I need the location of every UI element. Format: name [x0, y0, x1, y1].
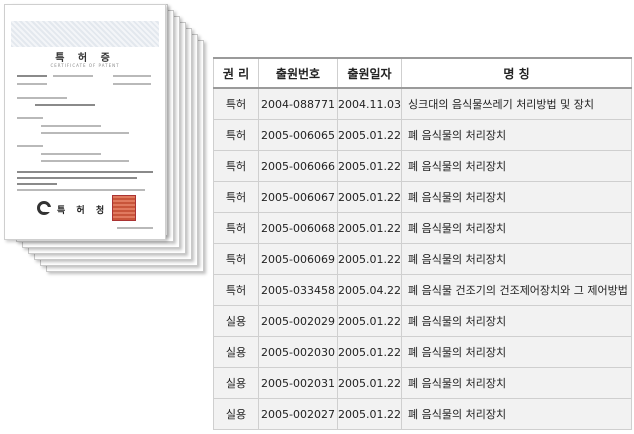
certificate-title: 특 허 증: [55, 53, 115, 64]
patent-title: 폐 음식물의 처리장치: [401, 181, 632, 213]
patent-table: 권 리 출원번호 출원일자 명 칭 특허 2004-088771 2004.11…: [213, 57, 632, 430]
table-row: 특허 2005-006068 2005.01.22 폐 음식물의 처리장치: [213, 212, 632, 244]
application-date: 2005.04.22: [337, 274, 402, 306]
patent-title: 폐 음식물의 처리장치: [401, 367, 632, 399]
application-number: 2005-006065: [258, 119, 338, 151]
certificate-text-line: [35, 104, 95, 106]
header-application-number: 출원번호: [258, 57, 338, 89]
application-date: 2005.01.22: [337, 150, 402, 182]
patent-title: 폐 음식물 건조기의 건조제어장치와 그 제어방법: [401, 274, 632, 306]
right-type: 특허: [213, 243, 259, 275]
header-right-type: 권 리: [213, 57, 259, 89]
right-type: 특허: [213, 212, 259, 244]
right-type: 실용: [213, 336, 259, 368]
patent-title: 싱크대의 음식물쓰레기 처리방법 및 장치: [401, 87, 632, 120]
right-type: 특허: [213, 150, 259, 182]
application-number: 2005-033458: [258, 274, 338, 306]
application-number: 2005-002027: [258, 398, 338, 430]
application-number: 2005-006067: [258, 181, 338, 213]
right-type: 실용: [213, 305, 259, 337]
patent-title: 폐 음식물의 처리장치: [401, 212, 632, 244]
application-date: 2005.01.22: [337, 119, 402, 151]
certificate-text-line: [41, 125, 101, 127]
application-date: 2005.01.22: [337, 336, 402, 368]
certificate-text-line: [41, 160, 129, 162]
certificate-text-line: [17, 117, 43, 119]
certificate-text-line: [17, 177, 137, 179]
certificate-issuer: 특 허 청: [57, 206, 109, 216]
application-number: 2005-002031: [258, 367, 338, 399]
table-row: 실용 2005-002031 2005.01.22 폐 음식물의 처리장치: [213, 367, 632, 399]
patent-title: 폐 음식물의 처리장치: [401, 398, 632, 430]
certificate-text-line: [17, 171, 153, 173]
right-type: 특허: [213, 119, 259, 151]
table-row: 특허 2005-006069 2005.01.22 폐 음식물의 처리장치: [213, 243, 632, 275]
application-number: 2005-006066: [258, 150, 338, 182]
application-date: 2005.01.22: [337, 398, 402, 430]
patent-title: 폐 음식물의 처리장치: [401, 305, 632, 337]
certificate-header-band: [11, 21, 159, 47]
application-date: 2004.11.03: [337, 87, 402, 120]
header-title: 명 칭: [401, 57, 632, 89]
patent-title: 폐 음식물의 처리장치: [401, 336, 632, 368]
application-date: 2005.01.22: [337, 243, 402, 275]
certificate-text-line: [113, 83, 151, 85]
right-type: 실용: [213, 398, 259, 430]
certificate-text-line: [117, 227, 153, 229]
right-type: 특허: [213, 181, 259, 213]
table-header-row: 권 리 출원번호 출원일자 명 칭: [213, 57, 632, 89]
header-application-date: 출원일자: [337, 57, 402, 89]
kipo-logo-icon: [37, 201, 51, 215]
right-type: 특허: [213, 87, 259, 120]
certificate-text-line: [41, 132, 129, 134]
application-number: 2005-006069: [258, 243, 338, 275]
table-row: 특허 2005-006066 2005.01.22 폐 음식물의 처리장치: [213, 150, 632, 182]
patent-title: 폐 음식물의 처리장치: [401, 243, 632, 275]
certificate-text-line: [17, 83, 47, 85]
patent-certificate-stack: 특 허 증 CERTIFICATE OF PATENT 특 허 청: [0, 0, 210, 290]
patent-certificate: 특 허 증 CERTIFICATE OF PATENT 특 허 청: [4, 4, 166, 240]
application-number: 2005-002030: [258, 336, 338, 368]
table-row: 특허 2005-033458 2005.04.22 폐 음식물 건조기의 건조제…: [213, 274, 632, 306]
application-date: 2005.01.22: [337, 212, 402, 244]
table-row: 특허 2004-088771 2004.11.03 싱크대의 음식물쓰레기 처리…: [213, 87, 632, 120]
application-date: 2005.01.22: [337, 305, 402, 337]
table-row: 실용 2005-002027 2005.01.22 폐 음식물의 처리장치: [213, 398, 632, 430]
right-type: 특허: [213, 274, 259, 306]
application-number: 2004-088771: [258, 87, 338, 120]
table-row: 실용 2005-002029 2005.01.22 폐 음식물의 처리장치: [213, 305, 632, 337]
certificate-text-line: [17, 189, 145, 191]
certificate-text-line: [113, 75, 151, 77]
certificate-subtitle: CERTIFICATE OF PATENT: [50, 63, 120, 68]
certificate-text-line: [17, 145, 43, 147]
certificate-text-line: [53, 75, 93, 77]
table-row: 특허 2005-006067 2005.01.22 폐 음식물의 처리장치: [213, 181, 632, 213]
application-number: 2005-002029: [258, 305, 338, 337]
patent-title: 폐 음식물의 처리장치: [401, 150, 632, 182]
table-row: 실용 2005-002030 2005.01.22 폐 음식물의 처리장치: [213, 336, 632, 368]
official-seal-icon: [112, 195, 136, 221]
right-type: 실용: [213, 367, 259, 399]
certificate-text-line: [17, 97, 67, 99]
application-date: 2005.01.22: [337, 181, 402, 213]
application-number: 2005-006068: [258, 212, 338, 244]
certificate-text-line: [17, 75, 47, 77]
certificate-text-line: [41, 153, 101, 155]
application-date: 2005.01.22: [337, 367, 402, 399]
patent-title: 폐 음식물의 처리장치: [401, 119, 632, 151]
table-row: 특허 2005-006065 2005.01.22 폐 음식물의 처리장치: [213, 119, 632, 151]
certificate-text-line: [17, 183, 57, 185]
